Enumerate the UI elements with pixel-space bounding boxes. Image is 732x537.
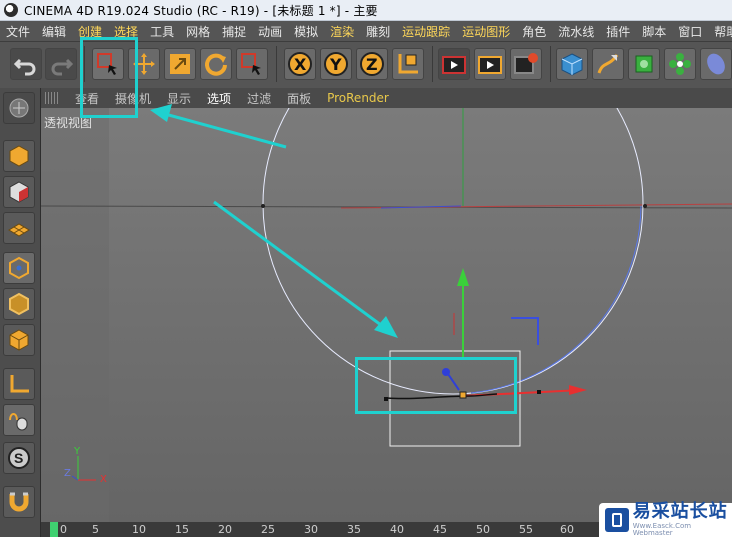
annotation-arrowhead-icon (150, 104, 172, 122)
watermark-logo-icon (605, 508, 629, 532)
annotation-arrows (150, 104, 398, 338)
site-watermark: 易采站长站 Www.Easck.Com Webmaster (599, 503, 732, 537)
annotation-arrowhead-icon (374, 316, 398, 338)
annotation-arrow-line (164, 112, 287, 149)
watermark-subtitle: Www.Easck.Com Webmaster (632, 522, 692, 537)
watermark-title: 易采站长站 (632, 501, 728, 522)
annotation-arrow-line (213, 200, 386, 330)
